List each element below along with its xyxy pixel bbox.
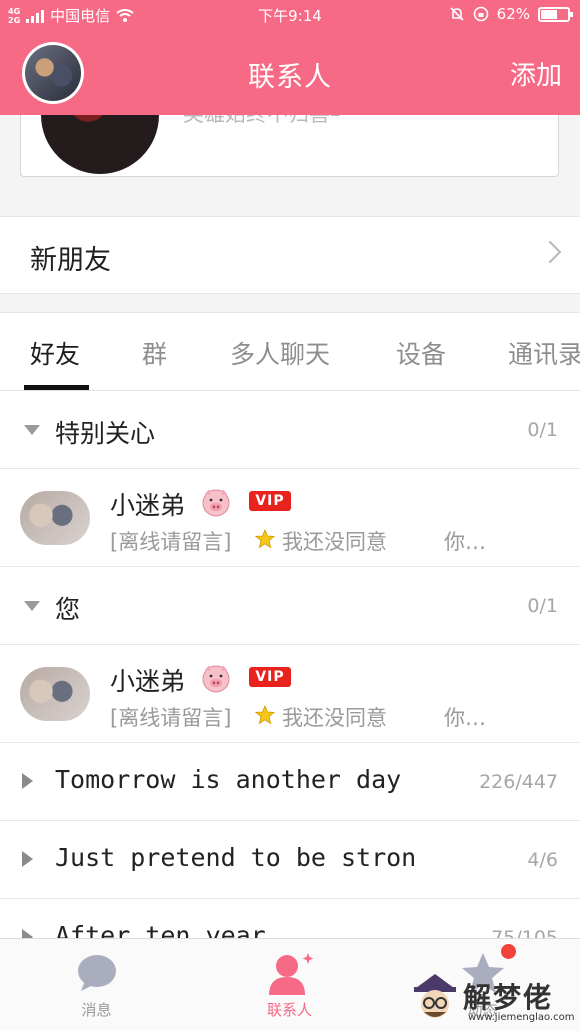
group-header[interactable]: 您 0/1 <box>0 567 580 645</box>
add-button[interactable]: 添加 <box>510 55 562 92</box>
status-right: 62% <box>449 5 573 23</box>
expanded-arrow-icon <box>24 425 40 435</box>
friend-list: 特别关心 0/1 小迷弟 VIP [离线请留言] 我还没同意 你… 您 0/1 … <box>0 391 580 977</box>
contact-signature-more: 你… <box>444 706 486 730</box>
collapsed-arrow-icon <box>22 773 33 789</box>
nav-messages-label: 消息 <box>81 1001 112 1019</box>
group-count: 4/6 <box>527 849 558 871</box>
tab-devices[interactable]: 设备 <box>396 335 446 371</box>
status-bar: 4G 2G 中国电信 下午9:14 62% <box>0 0 580 30</box>
contact-signature: 我还没同意 <box>282 530 387 554</box>
pig-emoji-icon <box>202 489 230 517</box>
group-name: 特别关心 <box>55 419 156 448</box>
group-name: 您 <box>55 595 81 624</box>
group-count: 0/1 <box>527 595 558 617</box>
group-count: 0/1 <box>527 419 558 441</box>
contact-status: [离线请留言] <box>110 706 232 730</box>
app-header: 4G 2G 中国电信 下午9:14 62% 联系人 添加 <box>0 0 580 115</box>
group-name: Just pretend to be stron <box>55 843 417 872</box>
group-header[interactable]: Just pretend to be stron 4/6 <box>0 821 580 899</box>
mute-bell-icon <box>450 7 464 21</box>
watermark-text: 解梦佬 <box>463 981 554 1014</box>
profile-section: 英雄始终不归善– <box>0 56 580 215</box>
watermark-url: www.jiemenglao.com <box>468 1012 575 1023</box>
active-tab-indicator <box>24 385 89 390</box>
group-count: 226/447 <box>479 771 558 793</box>
contact-status: [离线请留言] <box>110 530 232 554</box>
contacts-screen: 4G 2G 中国电信 下午9:14 62% 联系人 添加 新朋友 好友 群 多人… <box>0 0 580 1031</box>
expanded-arrow-icon <box>24 601 40 611</box>
contact-tabs: 好友 群 多人聊天 设备 通讯录 <box>0 312 580 391</box>
contact-name: 小迷弟 <box>110 491 186 520</box>
notification-dot <box>501 944 516 959</box>
star-icon <box>255 705 275 725</box>
new-friends-row[interactable]: 新朋友 <box>0 216 580 294</box>
contact-signature-more: 你… <box>444 530 486 554</box>
nav-messages[interactable]: 消息 <box>0 939 193 1031</box>
page-title: 联系人 <box>248 62 332 93</box>
nav-contacts-label: 联系人 <box>266 1001 312 1019</box>
contact-avatar[interactable] <box>20 667 90 721</box>
new-friends-label: 新朋友 <box>30 245 111 276</box>
chevron-right-icon <box>538 240 562 264</box>
star-icon <box>255 529 275 549</box>
pig-emoji-icon <box>202 665 230 693</box>
tab-address-book[interactable]: 通讯录 <box>508 335 580 371</box>
group-header[interactable]: Tomorrow is another day 226/447 <box>0 743 580 821</box>
contact-row[interactable]: 小迷弟 VIP [离线请留言] 我还没同意 你… <box>0 645 580 743</box>
contact-signature: 我还没同意 <box>282 706 387 730</box>
contact-row[interactable]: 小迷弟 VIP [离线请留言] 我还没同意 你… <box>0 469 580 567</box>
detective-logo-icon <box>414 974 456 1018</box>
battery-icon <box>538 6 573 22</box>
nav-contacts[interactable]: 联系人 <box>193 939 386 1031</box>
group-header[interactable]: 特别关心 0/1 <box>0 391 580 469</box>
contacts-person-icon <box>268 953 313 995</box>
vip-badge: VIP <box>249 667 291 687</box>
tab-friends[interactable]: 好友 <box>30 335 80 371</box>
vip-badge: VIP <box>249 491 291 511</box>
rotation-lock-icon <box>473 6 488 22</box>
battery-level-fill <box>541 9 558 19</box>
tab-multi-chat[interactable]: 多人聊天 <box>230 335 330 371</box>
contact-name: 小迷弟 <box>110 667 186 696</box>
battery-percent: 62% <box>496 5 530 23</box>
watermark: 解梦佬 www.jiemenglao.com <box>408 970 578 1030</box>
group-name: Tomorrow is another day <box>55 765 402 794</box>
collapsed-arrow-icon <box>22 851 33 867</box>
tab-groups[interactable]: 群 <box>142 335 167 371</box>
message-bubble-icon <box>77 955 116 991</box>
contact-avatar[interactable] <box>20 491 90 545</box>
